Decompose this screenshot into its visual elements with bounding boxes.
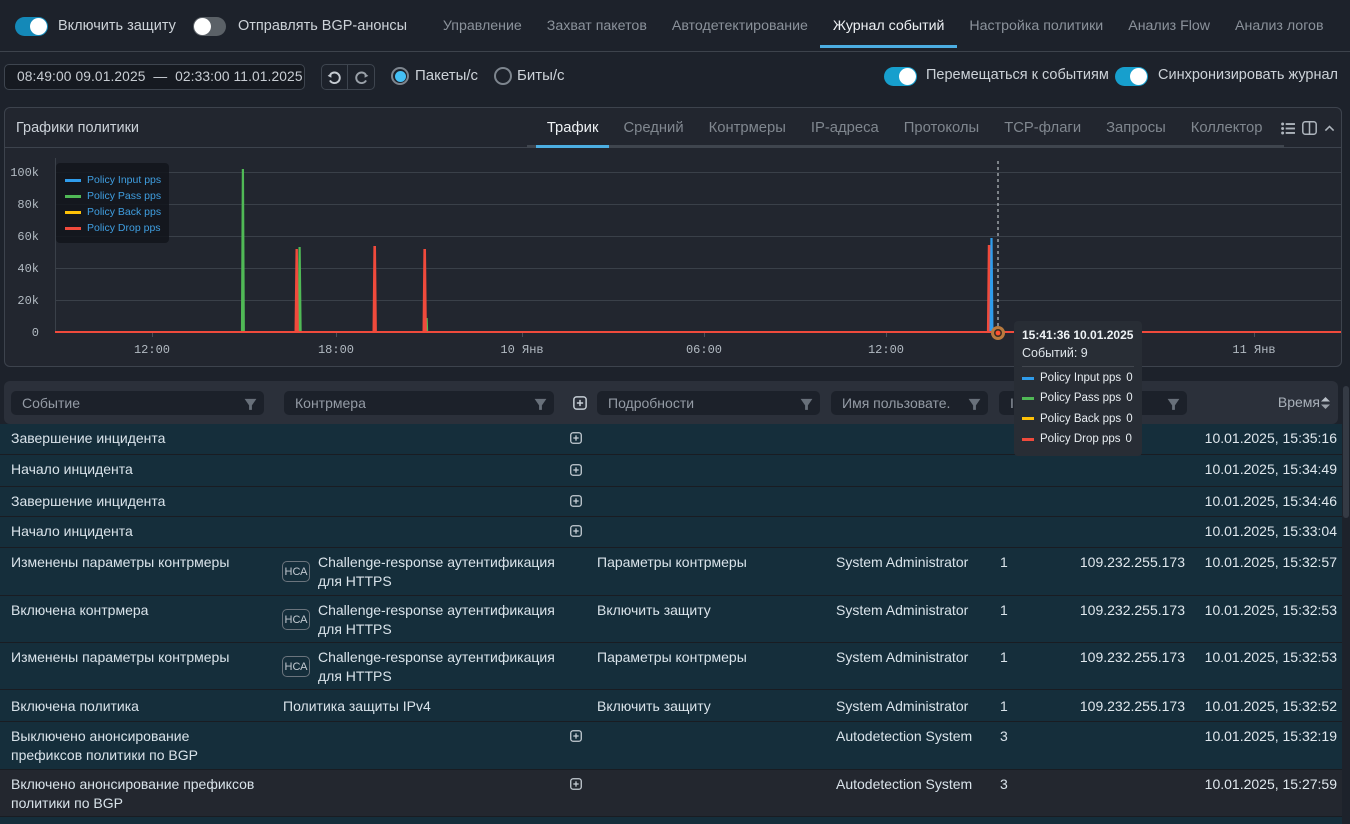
svg-text:12:00: 12:00	[134, 343, 170, 357]
svg-text:18:00: 18:00	[318, 343, 354, 357]
svg-text:40k: 40k	[17, 262, 39, 276]
svg-text:80k: 80k	[17, 198, 39, 212]
svg-text:60k: 60k	[17, 230, 39, 244]
svg-text:100k: 100k	[10, 166, 39, 180]
svg-text:20k: 20k	[17, 294, 39, 308]
svg-text:11 Янв: 11 Янв	[1232, 343, 1275, 357]
svg-text:06:00: 06:00	[686, 343, 722, 357]
svg-text:0: 0	[32, 326, 39, 340]
svg-text:10 Янв: 10 Янв	[500, 343, 543, 357]
svg-text:12:00: 12:00	[868, 343, 904, 357]
